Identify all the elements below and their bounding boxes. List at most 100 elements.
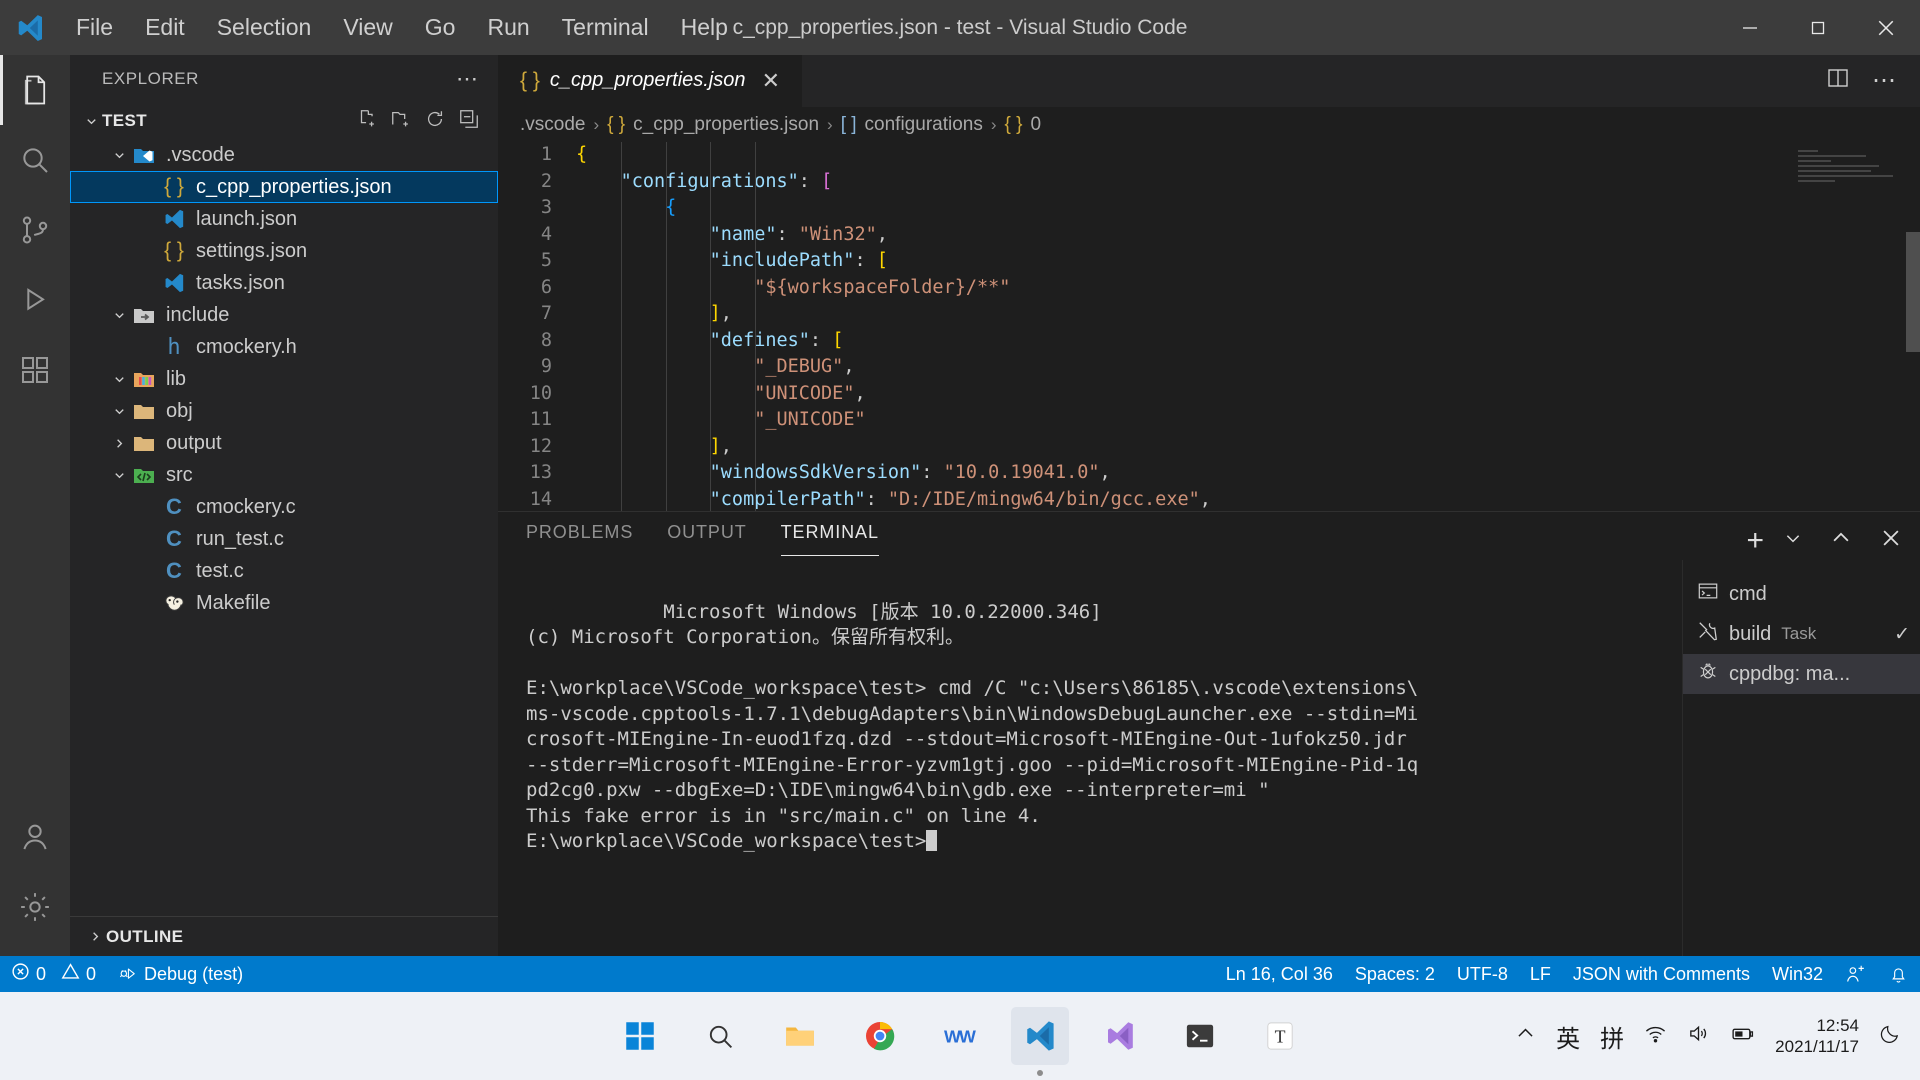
collapse-all-icon[interactable] [458, 108, 480, 135]
tree-item-output[interactable]: output [70, 427, 498, 459]
tree-item-obj[interactable]: obj [70, 395, 498, 427]
menu-run[interactable]: Run [471, 8, 545, 47]
chevron-down-icon[interactable] [1784, 529, 1802, 552]
code-line[interactable]: { [576, 142, 1920, 169]
breadcrumb-item-file[interactable]: c_cpp_properties.json [633, 114, 819, 136]
activity-explorer[interactable] [0, 55, 70, 125]
code-line[interactable]: { [576, 195, 1920, 222]
code-line[interactable]: "defines": [ [576, 328, 1920, 355]
menu-selection[interactable]: Selection [201, 8, 328, 47]
taskbar-typora-icon[interactable]: T [1251, 1007, 1309, 1065]
status-notifications[interactable] [1877, 956, 1920, 992]
activity-manage[interactable] [0, 872, 70, 942]
code-line[interactable]: "_DEBUG", [576, 354, 1920, 381]
status-indentation[interactable]: Spaces: 2 [1344, 956, 1446, 992]
sidebar-more-actions-icon[interactable]: ⋯ [448, 66, 488, 92]
minimap[interactable] [1798, 150, 1908, 210]
activity-run-and-debug[interactable] [0, 265, 70, 335]
code-line[interactable]: ], [576, 301, 1920, 328]
close-panel-icon[interactable] [1880, 527, 1902, 554]
terminal-output[interactable]: Microsoft Windows [版本 10.0.22000.346] (c… [498, 560, 1682, 956]
breadcrumb-item-index[interactable]: 0 [1031, 114, 1042, 136]
tree-item-lib[interactable]: lib [70, 363, 498, 395]
menu-file[interactable]: File [60, 8, 129, 47]
status-debug-target[interactable]: Debug (test) [107, 956, 254, 992]
taskbar-file-explorer-icon[interactable] [771, 1007, 829, 1065]
close-button[interactable] [1852, 0, 1920, 55]
new-folder-icon[interactable] [390, 108, 412, 135]
tree-item-cmockery-c[interactable]: Ccmockery.c [70, 491, 498, 523]
status-eol[interactable]: LF [1519, 956, 1562, 992]
maximize-button[interactable] [1784, 0, 1852, 55]
breadcrumb-item-vscode[interactable]: .vscode [520, 114, 585, 136]
tree-item-include[interactable]: include [70, 299, 498, 331]
activity-accounts[interactable] [0, 802, 70, 872]
taskbar-wps-icon[interactable]: W W [931, 1007, 989, 1065]
menu-view[interactable]: View [327, 8, 408, 47]
chevron-right-icon[interactable] [108, 436, 130, 451]
taskbar-terminal-icon[interactable] [1171, 1007, 1229, 1065]
refresh-icon[interactable] [424, 108, 446, 135]
menu-go[interactable]: Go [409, 8, 472, 47]
code-line[interactable]: "includePath": [ [576, 248, 1920, 275]
taskbar-visual-studio-icon[interactable] [1091, 1007, 1149, 1065]
tab-close-icon[interactable]: ✕ [756, 66, 786, 96]
taskbar-chrome-icon[interactable] [851, 1007, 909, 1065]
scrollbar-thumb[interactable] [1906, 232, 1920, 353]
chevron-down-icon[interactable] [108, 372, 130, 387]
split-editor-icon[interactable] [1826, 66, 1850, 95]
chevron-down-icon[interactable] [108, 148, 130, 163]
code-line[interactable]: "UNICODE", [576, 381, 1920, 408]
terminal-tab-build[interactable]: build Task ✓ [1683, 614, 1920, 654]
menu-terminal[interactable]: Terminal [546, 8, 665, 47]
activity-search[interactable] [0, 125, 70, 195]
status-language-mode[interactable]: JSON with Comments [1562, 956, 1761, 992]
chevron-down-icon[interactable] [108, 404, 130, 419]
more-actions-icon[interactable]: ⋯ [1872, 66, 1898, 95]
terminal-tab-cmd[interactable]: cmd [1683, 574, 1920, 614]
tree-item-c-cpp-properties-json[interactable]: { } c_cpp_properties.json [70, 171, 498, 203]
code-line[interactable]: ], [576, 434, 1920, 461]
breadcrumb-item-configurations[interactable]: configurations [865, 114, 983, 136]
tree-item-run-test-c[interactable]: Crun_test.c [70, 523, 498, 555]
code-line[interactable]: "compilerPath": "D:/IDE/mingw64/bin/gcc.… [576, 487, 1920, 511]
tab-c-cpp-properties-json[interactable]: { } c_cpp_properties.json ✕ [498, 55, 803, 107]
chevron-down-icon[interactable] [108, 308, 130, 323]
maximize-panel-icon[interactable] [1830, 527, 1852, 554]
activity-source-control[interactable] [0, 195, 70, 265]
code-line[interactable]: "name": "Win32", [576, 222, 1920, 249]
activity-extensions[interactable] [0, 335, 70, 405]
tree-item--vscode[interactable]: .vscode [70, 139, 498, 171]
code-line[interactable]: "configurations": [ [576, 169, 1920, 196]
tree-item-settings-json[interactable]: { } settings.json [70, 235, 498, 267]
tab-terminal[interactable]: TERMINAL [780, 512, 880, 560]
outline-section-header[interactable]: OUTLINE [70, 916, 498, 956]
tree-item-test-c[interactable]: Ctest.c [70, 555, 498, 587]
tree-item-launch-json[interactable]: launch.json [70, 203, 498, 235]
code-editor[interactable]: 1234567891011121314 { "configurations": … [498, 142, 1920, 511]
new-file-icon[interactable] [356, 108, 378, 135]
editor-scrollbar[interactable] [1906, 142, 1920, 511]
taskbar-start-button[interactable] [611, 1007, 669, 1065]
chevron-down-icon[interactable] [108, 468, 130, 483]
taskbar-search-icon[interactable] [691, 1007, 749, 1065]
new-terminal-icon[interactable]: + [1746, 525, 1764, 555]
menu-edit[interactable]: Edit [129, 8, 201, 47]
taskbar-vscode-icon[interactable] [1011, 1007, 1069, 1065]
minimize-button[interactable] [1716, 0, 1784, 55]
tab-output[interactable]: OUTPUT [667, 512, 746, 560]
tree-item-tasks-json[interactable]: tasks.json [70, 267, 498, 299]
code-line[interactable]: "windowsSdkVersion": "10.0.19041.0", [576, 460, 1920, 487]
tab-problems[interactable]: PROBLEMS [526, 512, 633, 560]
tree-item-cmockery-h[interactable]: h cmockery.h [70, 331, 498, 363]
terminal-tab-cppdbg[interactable]: cppdbg: ma... [1683, 654, 1920, 694]
menu-help[interactable]: Help [665, 8, 744, 47]
tree-root-header[interactable]: TEST [70, 103, 498, 139]
status-encoding[interactable]: UTF-8 [1446, 956, 1519, 992]
code-line[interactable]: "_UNICODE" [576, 407, 1920, 434]
status-cursor-position[interactable]: Ln 16, Col 36 [1215, 956, 1344, 992]
status-live-share[interactable] [1834, 956, 1877, 992]
code-line[interactable]: "${workspaceFolder}/**" [576, 275, 1920, 302]
status-config-target[interactable]: Win32 [1761, 956, 1834, 992]
status-problems[interactable]: 0 0 [0, 956, 107, 992]
